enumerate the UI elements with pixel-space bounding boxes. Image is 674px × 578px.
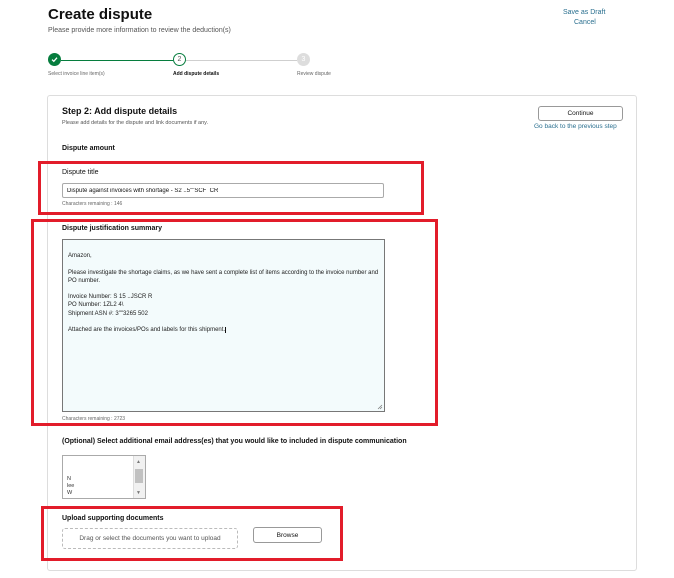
justification-summary-label: Dispute justification summary	[62, 225, 162, 232]
step-2-indicator: 2	[173, 53, 186, 66]
cancel-link[interactable]: Cancel	[574, 19, 596, 26]
dispute-title-label: Dispute title	[62, 169, 99, 176]
resize-grip-icon[interactable]	[377, 404, 383, 410]
step-1-indicator	[48, 53, 61, 66]
step-heading: Step 2: Add dispute details	[62, 106, 178, 116]
stepper-connector	[61, 60, 173, 61]
justification-summary-text: Amazon, Please investigate the shortage …	[68, 253, 379, 334]
document-dropzone[interactable]: Drag or select the documents you want to…	[62, 528, 238, 549]
step-3-label: Review dispute	[297, 71, 331, 77]
email-address-list[interactable]: N lee W ▲ ▼	[62, 455, 146, 499]
text-cursor	[225, 327, 227, 334]
back-to-previous-step-link[interactable]: Go back to the previous step	[534, 123, 617, 130]
dispute-title-chars-remaining: Characters remaining : 146	[62, 201, 123, 207]
step-1-label: Select invoice line item(s)	[48, 71, 105, 77]
additional-email-label: (Optional) Select additional email addre…	[62, 438, 407, 445]
step-2-label: Add dispute details	[173, 71, 220, 77]
step-3-indicator: 3	[297, 53, 310, 66]
email-list-scrollbar[interactable]: ▲ ▼	[133, 456, 145, 498]
page-title: Create dispute	[48, 6, 153, 23]
browse-button[interactable]: Browse	[253, 527, 322, 543]
stepper-connector	[186, 60, 297, 61]
justification-summary-textarea[interactable]: Amazon, Please investigate the shortage …	[62, 239, 385, 412]
scrollbar-thumb[interactable]	[135, 469, 143, 483]
page-subtitle: Please provide more information to revie…	[48, 27, 231, 34]
step-description: Please add details for the dispute and l…	[62, 120, 209, 126]
save-as-draft-link[interactable]: Save as Draft	[563, 9, 605, 16]
scroll-down-icon[interactable]: ▼	[136, 490, 141, 496]
continue-button[interactable]: Continue	[538, 106, 623, 121]
scroll-up-icon[interactable]: ▲	[136, 459, 141, 465]
check-icon	[51, 57, 58, 63]
dispute-title-input[interactable]	[62, 183, 384, 198]
dispute-amount-heading: Dispute amount	[62, 145, 115, 152]
justification-chars-remaining: Characters remaining : 2723	[62, 416, 126, 422]
upload-documents-label: Upload supporting documents	[62, 515, 164, 522]
